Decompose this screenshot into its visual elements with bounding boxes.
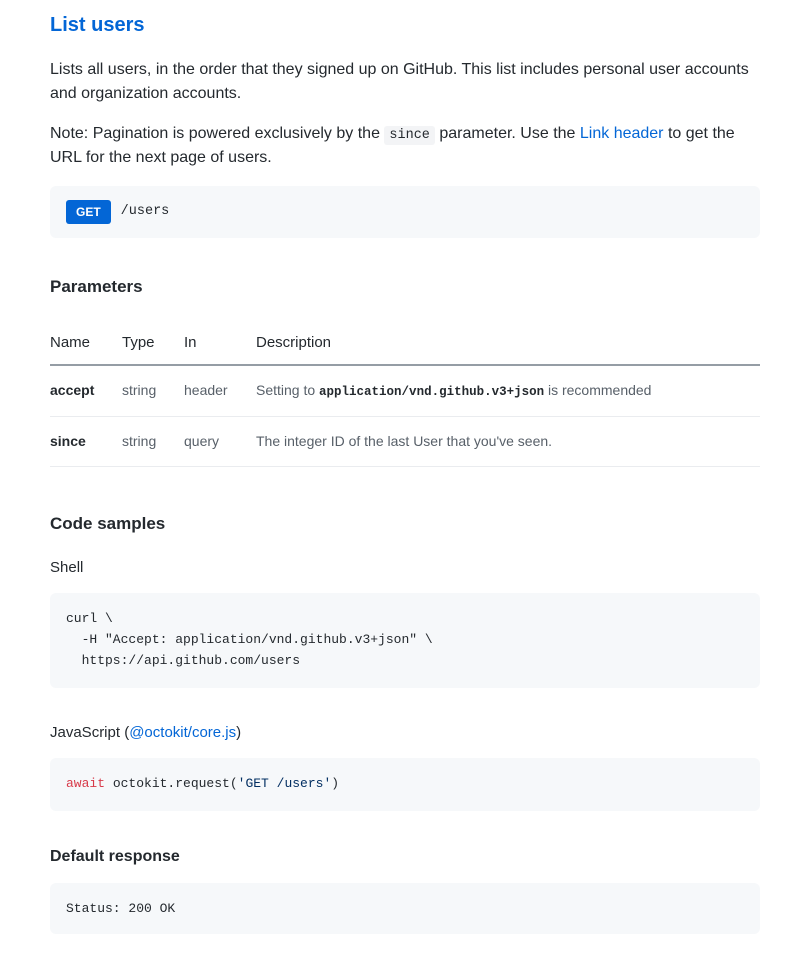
parameters-table: Name Type In Description accept string h… xyxy=(50,320,760,467)
link-header-link[interactable]: Link header xyxy=(580,125,664,142)
param-desc-code: application/vnd.github.v3+json xyxy=(319,385,544,399)
param-type: string xyxy=(122,365,184,416)
pagination-note: Note: Pagination is powered exclusively … xyxy=(50,122,760,170)
param-desc-prefix: Setting to xyxy=(256,382,319,398)
js-code-string: 'GET /users' xyxy=(238,776,332,791)
param-type: string xyxy=(122,417,184,467)
param-description: The integer ID of the last User that you… xyxy=(256,417,760,467)
param-desc-prefix: The integer ID of the last User that you… xyxy=(256,433,552,449)
th-name: Name xyxy=(50,320,122,366)
status-block: Status: 200 OK xyxy=(50,883,760,935)
param-name: since xyxy=(50,417,122,467)
code-samples-heading: Code samples xyxy=(50,511,760,537)
endpoint-path: /users xyxy=(121,204,170,219)
shell-heading: Shell xyxy=(50,557,760,580)
param-description: Setting to application/vnd.github.v3+jso… xyxy=(256,365,760,416)
th-in: In xyxy=(184,320,256,366)
shell-code-block: curl \ -H "Accept: application/vnd.githu… xyxy=(50,593,760,687)
http-method-badge: GET xyxy=(66,200,111,224)
table-row: accept string header Setting to applicat… xyxy=(50,365,760,416)
parameters-heading: Parameters xyxy=(50,274,760,300)
note-text-mid: parameter. Use the xyxy=(435,125,580,142)
default-response-heading: Default response xyxy=(50,845,760,869)
javascript-heading: JavaScript (@octokit/core.js) xyxy=(50,722,760,745)
param-in: query xyxy=(184,417,256,467)
endpoint-box: GET/users xyxy=(50,186,760,238)
note-param-code: since xyxy=(384,126,435,145)
param-desc-suffix: is recommended xyxy=(544,382,651,398)
js-heading-suffix: ) xyxy=(236,724,241,741)
octokit-link[interactable]: @octokit/core.js xyxy=(129,724,236,741)
javascript-code-block: await octokit.request('GET /users') xyxy=(50,758,760,811)
js-code-mid: octokit.request( xyxy=(105,776,238,791)
th-description: Description xyxy=(256,320,760,366)
param-in: header xyxy=(184,365,256,416)
endpoint-title-link[interactable]: List users xyxy=(50,10,144,40)
js-heading-prefix: JavaScript ( xyxy=(50,724,129,741)
js-code-keyword: await xyxy=(66,776,105,791)
endpoint-description: Lists all users, in the order that they … xyxy=(50,58,760,106)
table-row: since string query The integer ID of the… xyxy=(50,417,760,467)
note-text-prefix: Note: Pagination is powered exclusively … xyxy=(50,125,384,142)
param-name: accept xyxy=(50,365,122,416)
js-code-end: ) xyxy=(331,776,339,791)
th-type: Type xyxy=(122,320,184,366)
